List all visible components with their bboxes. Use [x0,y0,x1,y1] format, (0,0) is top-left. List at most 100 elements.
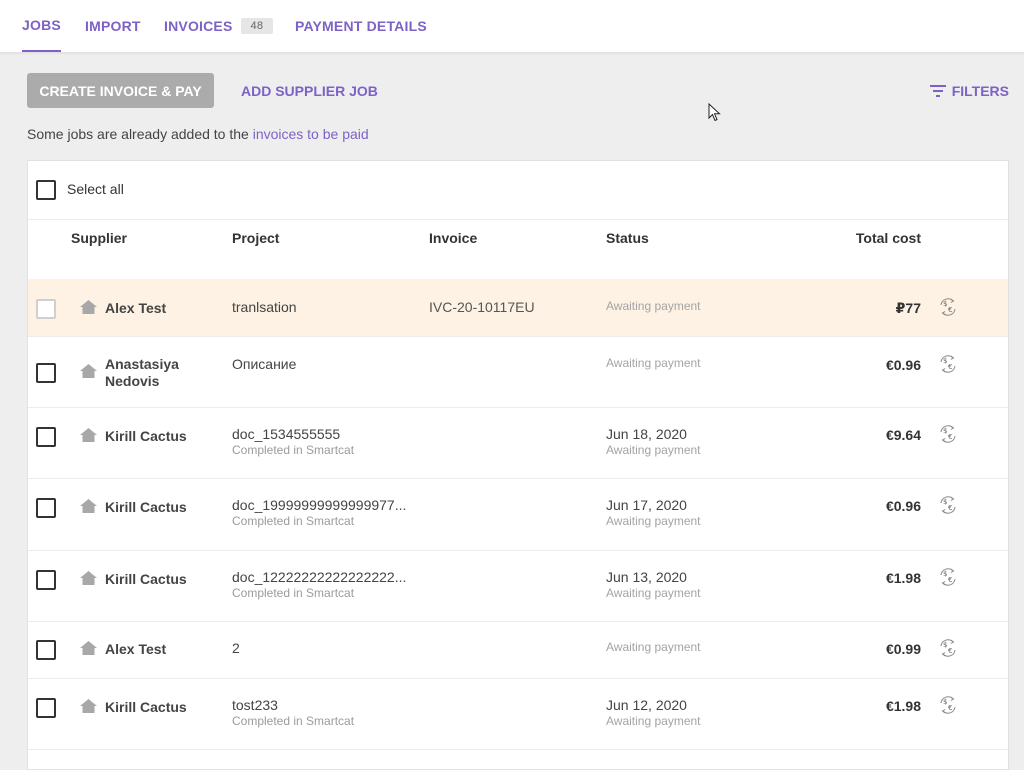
filter-lines-icon [929,84,946,97]
project-status: Completed in Smartcat [232,443,355,457]
table-row[interactable]: Alex Test tranlsation IVC-20-10117EU Awa… [28,279,1008,337]
svg-text:€: € [948,433,952,441]
home-icon [80,499,97,513]
supplier-name: Kirill Cactus [105,428,187,444]
project-name: 2 [232,640,240,656]
supplier-name: Alex Test [105,641,167,657]
status-date: Jun 18, 2020 [606,426,687,442]
svg-text:$: $ [943,498,947,506]
project-name: doc_12222222222222222... [232,569,407,585]
project-name: doc_19999999999999977... [232,497,407,513]
row-checkbox[interactable] [36,498,56,518]
header-supplier: Supplier [71,230,128,246]
svg-text:€: € [948,363,952,371]
create-invoice-pay-button[interactable]: CREATE INVOICE & PAY [27,73,214,108]
total-cost: €0.96 [885,357,921,373]
project-name: tranlsation [232,299,297,315]
jobs-table: Select all Supplier Project Invoice Stat… [27,160,1009,770]
tab-jobs-label: JOBS [22,17,61,33]
row-checkbox[interactable] [36,570,56,590]
svg-text:€: € [948,576,952,584]
invoices-notice: Some jobs are already added to the invoi… [27,126,369,142]
svg-text:$: $ [943,357,947,365]
table-row[interactable]: Kirill Cactus doc_12222222222222222... C… [28,551,1008,622]
tab-jobs[interactable]: JOBS [22,0,61,52]
status-text: Awaiting payment [606,640,701,654]
row-checkbox[interactable] [36,427,56,447]
add-supplier-job-button[interactable]: ADD SUPPLIER JOB [241,73,378,108]
status-text: Awaiting payment [606,356,701,370]
svg-text:€: € [948,306,952,314]
project-status: Completed in Smartcat [232,586,355,600]
project-name: tost233 [232,697,278,713]
status-date: Jun 12, 2020 [606,697,687,713]
tab-invoices[interactable]: INVOICES 48 [164,0,274,52]
supplier-name-line2: Nedovis [105,373,160,389]
tab-payment-details[interactable]: PAYMENT DETAILS [295,0,427,52]
table-header: Supplier Project Invoice Status Total co… [28,220,1008,280]
invoices-count-badge: 48 [240,18,274,34]
tab-import-label: IMPORT [85,18,141,34]
row-checkbox[interactable] [36,698,56,718]
filters-label: FILTERS [951,82,1009,99]
header-total-cost: Total cost [855,230,921,246]
total-cost: €1.98 [885,698,921,714]
home-icon [80,364,97,378]
supplier-name: Kirill Cactus [105,571,187,587]
svg-text:$: $ [943,570,947,578]
currency-exchange-icon[interactable]: $ € [937,494,959,516]
currency-exchange-icon[interactable]: $ € [937,423,959,445]
project-name: doc_1534555555 [232,426,341,442]
header-status: Status [606,230,649,246]
tab-import[interactable]: IMPORT [85,0,141,52]
svg-text:€: € [948,504,952,512]
home-icon [80,641,97,655]
home-icon [80,571,97,585]
status-text: Awaiting payment [606,299,701,313]
svg-text:$: $ [943,698,947,706]
top-navigation: JOBS IMPORT INVOICES 48 PAYMENT DETAILS [0,0,1024,53]
project-status: Completed in Smartcat [232,714,355,728]
status-text: Awaiting payment [606,586,701,600]
total-cost: €9.64 [885,427,921,443]
currency-exchange-icon[interactable]: $ € [937,694,959,716]
svg-text:$: $ [943,300,947,308]
status-text: Awaiting payment [606,714,701,728]
status-date: Jun 17, 2020 [606,497,687,513]
table-row[interactable]: Alex Test 2 Awaiting payment €0.99 $ € [28,622,1008,679]
row-checkbox[interactable] [36,363,56,383]
table-row[interactable]: Kirill Cactus tost233 Completed in Smart… [28,679,1008,750]
filters-button[interactable]: FILTERS [929,73,1009,108]
header-project: Project [232,230,280,246]
currency-exchange-icon[interactable]: $ € [937,353,959,375]
home-icon [80,428,97,442]
total-cost: ₽77 [895,300,921,316]
currency-exchange-icon[interactable]: $ € [937,637,959,659]
status-date: Jun 13, 2020 [606,569,687,585]
supplier-name: Kirill Cactus [105,499,187,515]
table-row[interactable]: Kirill Cactus doc_19999999999999977... C… [28,479,1008,551]
home-icon [80,699,97,713]
row-checkbox [36,299,56,319]
total-cost: €0.99 [885,641,921,657]
currency-exchange-icon[interactable]: $ € [937,566,959,588]
mouse-cursor-icon [708,103,721,122]
table-row[interactable]: Anastasiya Nedovis Описание Awaiting pay… [28,337,1008,408]
svg-text:€: € [948,647,952,655]
row-checkbox[interactable] [36,640,56,660]
status-text: Awaiting payment [606,443,701,457]
svg-text:$: $ [943,427,947,435]
project-status: Completed in Smartcat [232,514,355,528]
notice-text: Some jobs are already added to the [27,126,253,142]
supplier-name-line1: Anastasiya [105,356,179,372]
invoices-to-be-paid-link[interactable]: invoices to be paid [253,126,369,142]
home-icon [80,300,97,314]
table-row[interactable]: Kirill Cactus doc_1534555555 Completed i… [28,408,1008,479]
select-all-checkbox[interactable] [36,180,56,200]
tab-invoices-label: INVOICES [164,18,233,34]
tab-payment-details-label: PAYMENT DETAILS [295,18,427,34]
status-text: Awaiting payment [606,514,701,528]
svg-text:€: € [948,704,952,712]
currency-exchange-icon[interactable]: $ € [937,296,959,318]
total-cost: €0.96 [885,498,921,514]
